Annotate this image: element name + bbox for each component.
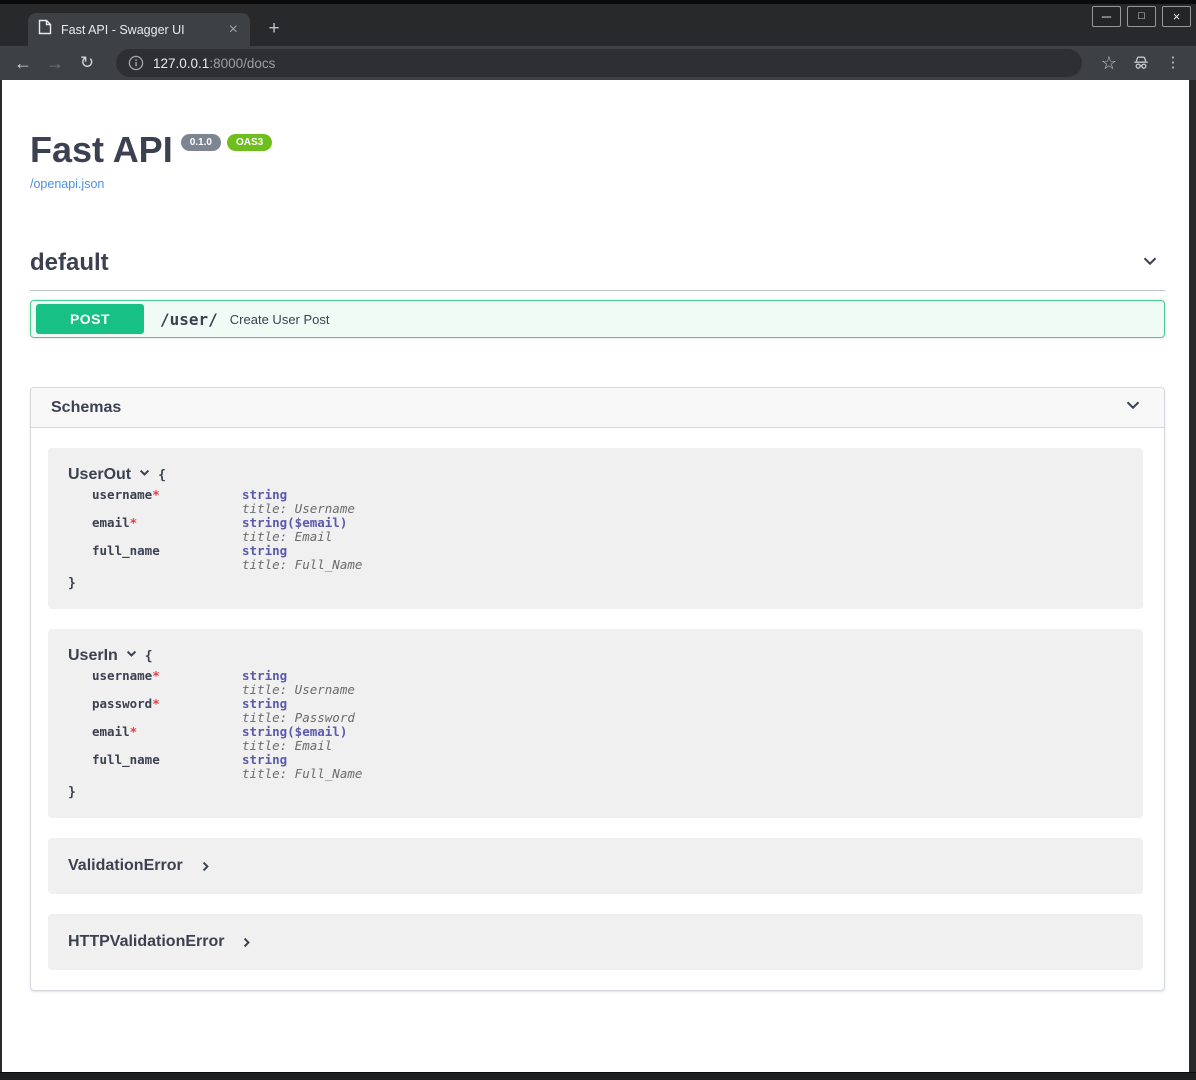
model-title[interactable]: HTTPValidationError (68, 933, 224, 951)
property-type: string (242, 696, 287, 711)
chevron-right-icon[interactable] (199, 860, 212, 873)
property-name: username (92, 668, 152, 683)
close-brace: } (68, 576, 1123, 591)
close-brace: } (68, 785, 1123, 800)
window-controls: ─ □ × (1092, 6, 1191, 27)
schema-property-row: email* string($email) title: Email (92, 725, 362, 753)
property-format: ($email) (287, 515, 347, 530)
property-type: string (242, 668, 287, 683)
property-title: title: Full_Name (242, 767, 362, 781)
page-title: Fast API0.1.0OAS3 (30, 132, 1165, 168)
property-type: string (242, 543, 287, 558)
property-type: string (242, 724, 287, 739)
browser-window: Fast API - Swagger UI × + ─ □ × ← → ↻ 12… (0, 0, 1196, 1080)
schema-property-row: email* string($email) title: Email (92, 516, 362, 544)
window-frame-bottom (0, 1072, 1196, 1080)
oas3-badge: OAS3 (227, 134, 272, 151)
tag-name: default (30, 249, 109, 277)
schemas-title: Schemas (51, 399, 121, 417)
api-info: Fast API0.1.0OAS3 /openapi.json (30, 132, 1165, 193)
post-method-badge: POST (36, 304, 144, 334)
schemas-section: Schemas UserOut { (30, 387, 1165, 991)
schemas-body: UserOut { username* stri (31, 428, 1164, 990)
property-name: username (92, 487, 152, 502)
property-name: email (92, 724, 130, 739)
forward-button[interactable]: → (40, 48, 70, 78)
tab-title: Fast API - Swagger UI (61, 23, 218, 37)
model-title[interactable]: ValidationError (68, 857, 183, 875)
menu-icon[interactable]: ⋮ (1158, 48, 1188, 78)
back-button[interactable]: ← (8, 48, 38, 78)
schema-property-row: full_name string title: Full_Name (92, 544, 362, 572)
tab-close-icon[interactable]: × (227, 22, 240, 38)
required-star: * (130, 724, 138, 739)
chevron-down-icon[interactable] (138, 466, 151, 484)
property-title: title: Full_Name (242, 558, 362, 572)
chevron-down-icon[interactable] (1122, 394, 1144, 421)
schema-property-row: password* string title: Password (92, 697, 362, 725)
browser-titlebar: Fast API - Swagger UI × + ─ □ × (0, 4, 1196, 46)
property-type: string (242, 515, 287, 530)
schema-property-row: username* string title: Username (92, 488, 362, 516)
window-close-button[interactable]: × (1162, 6, 1191, 27)
property-name: email (92, 515, 130, 530)
window-maximize-button[interactable]: □ (1127, 6, 1156, 27)
property-type: string (242, 487, 287, 502)
property-title: title: Username (242, 502, 362, 516)
openapi-spec-link[interactable]: /openapi.json (30, 177, 104, 191)
operation-post-user[interactable]: POST /user/ Create User Post (30, 300, 1165, 338)
property-name: password (92, 696, 152, 711)
schema-model-validationerror[interactable]: ValidationError (48, 838, 1143, 894)
operation-summary: Create User Post (230, 312, 330, 327)
model-title[interactable]: UserOut (68, 466, 131, 484)
property-title: title: Username (242, 683, 362, 697)
url-bar[interactable]: 127.0.0.1:8000/docs (116, 49, 1082, 77)
schema-model-userout: UserOut { username* stri (48, 448, 1143, 609)
new-tab-button[interactable]: + (260, 15, 288, 43)
site-info-icon[interactable] (128, 55, 144, 71)
swagger-page: Fast API0.1.0OAS3 /openapi.json default … (2, 80, 1189, 1072)
model-title[interactable]: UserIn (68, 647, 118, 665)
property-format: ($email) (287, 724, 347, 739)
url-text: 127.0.0.1:8000/docs (153, 56, 275, 71)
url-host: 127.0.0.1 (153, 56, 209, 71)
bookmark-star-icon[interactable]: ☆ (1094, 48, 1124, 78)
chevron-down-icon[interactable] (1139, 250, 1161, 277)
browser-toolbar: ← → ↻ 127.0.0.1:8000/docs ☆ ⋮ (0, 46, 1196, 80)
property-name: full_name (92, 543, 160, 558)
schema-model-httpvalidationerror[interactable]: HTTPValidationError (48, 914, 1143, 970)
property-title: title: Email (242, 530, 362, 544)
open-brace: { (158, 468, 166, 483)
required-star: * (152, 696, 160, 711)
chevron-right-icon[interactable] (240, 936, 253, 949)
schemas-header[interactable]: Schemas (31, 388, 1164, 428)
schema-property-row: username* string title: Username (92, 669, 362, 697)
reload-button[interactable]: ↻ (72, 48, 102, 78)
operation-path: /user/ (160, 310, 218, 329)
version-badge: 0.1.0 (181, 134, 221, 151)
property-title: title: Email (242, 739, 362, 753)
page-favicon-icon (38, 19, 52, 40)
required-star: * (152, 487, 160, 502)
incognito-icon (1126, 53, 1156, 73)
tag-section-default[interactable]: default (30, 249, 1165, 291)
window-minimize-button[interactable]: ─ (1092, 6, 1121, 27)
required-star: * (130, 515, 138, 530)
open-brace: { (145, 649, 153, 664)
chevron-down-icon[interactable] (125, 647, 138, 665)
property-type: string (242, 752, 287, 767)
browser-tab[interactable]: Fast API - Swagger UI × (28, 13, 250, 46)
required-star: * (152, 668, 160, 683)
property-title: title: Password (242, 711, 362, 725)
url-path: :8000/docs (209, 56, 275, 71)
schema-model-userin: UserIn { username* strin (48, 629, 1143, 818)
property-name: full_name (92, 752, 160, 767)
schema-property-row: full_name string title: Full_Name (92, 753, 362, 781)
